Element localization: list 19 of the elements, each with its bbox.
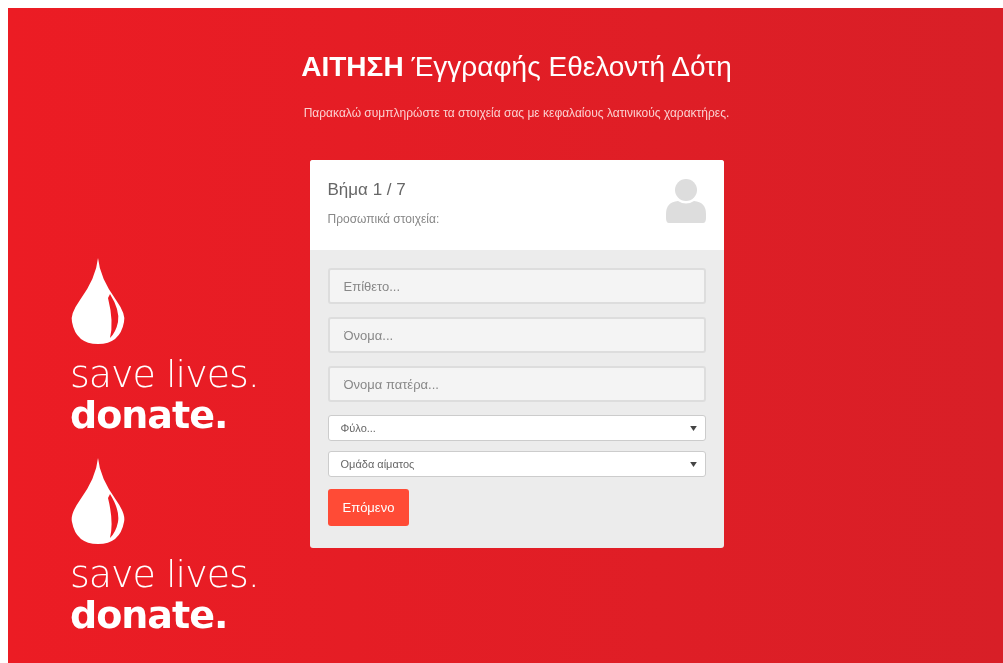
slogan-text: donate.: [70, 594, 228, 636]
caret-icon: [689, 425, 697, 431]
user-avatar-icon: [665, 178, 706, 223]
caret-icon: [689, 461, 697, 467]
blood-drop-icon: [70, 458, 126, 544]
section-title: Προσωπικά στοιχεία:: [327, 212, 440, 226]
text-field[interactable]: Όνομα πατέρα...: [327, 366, 706, 402]
instructions-text: Παρακαλώ συμπληρώστε τα στοιχεία σας με κεφαλαίους λατινικούς χαρακτήρες.: [303, 106, 730, 120]
next-button[interactable]: Επόμενο: [327, 489, 410, 526]
text-field[interactable]: Όνομα...: [327, 317, 706, 353]
slogan-text: donate.: [70, 394, 228, 436]
slogan-text: save lives.: [70, 554, 259, 594]
page-title: ΑΙΤΗΣΗ Έγγραφής Εθελοντή Δότη: [301, 50, 732, 84]
text-field[interactable]: Επίθετο...: [327, 268, 706, 304]
slogan-text: save lives.: [70, 354, 259, 394]
dropdown-field[interactable]: Ομάδα αίματος: [327, 451, 706, 477]
step-counter: Βήμα 1 / 7: [327, 180, 406, 200]
blood-drop-icon: [70, 258, 126, 344]
dropdown-field[interactable]: Φύλο...: [327, 415, 706, 441]
